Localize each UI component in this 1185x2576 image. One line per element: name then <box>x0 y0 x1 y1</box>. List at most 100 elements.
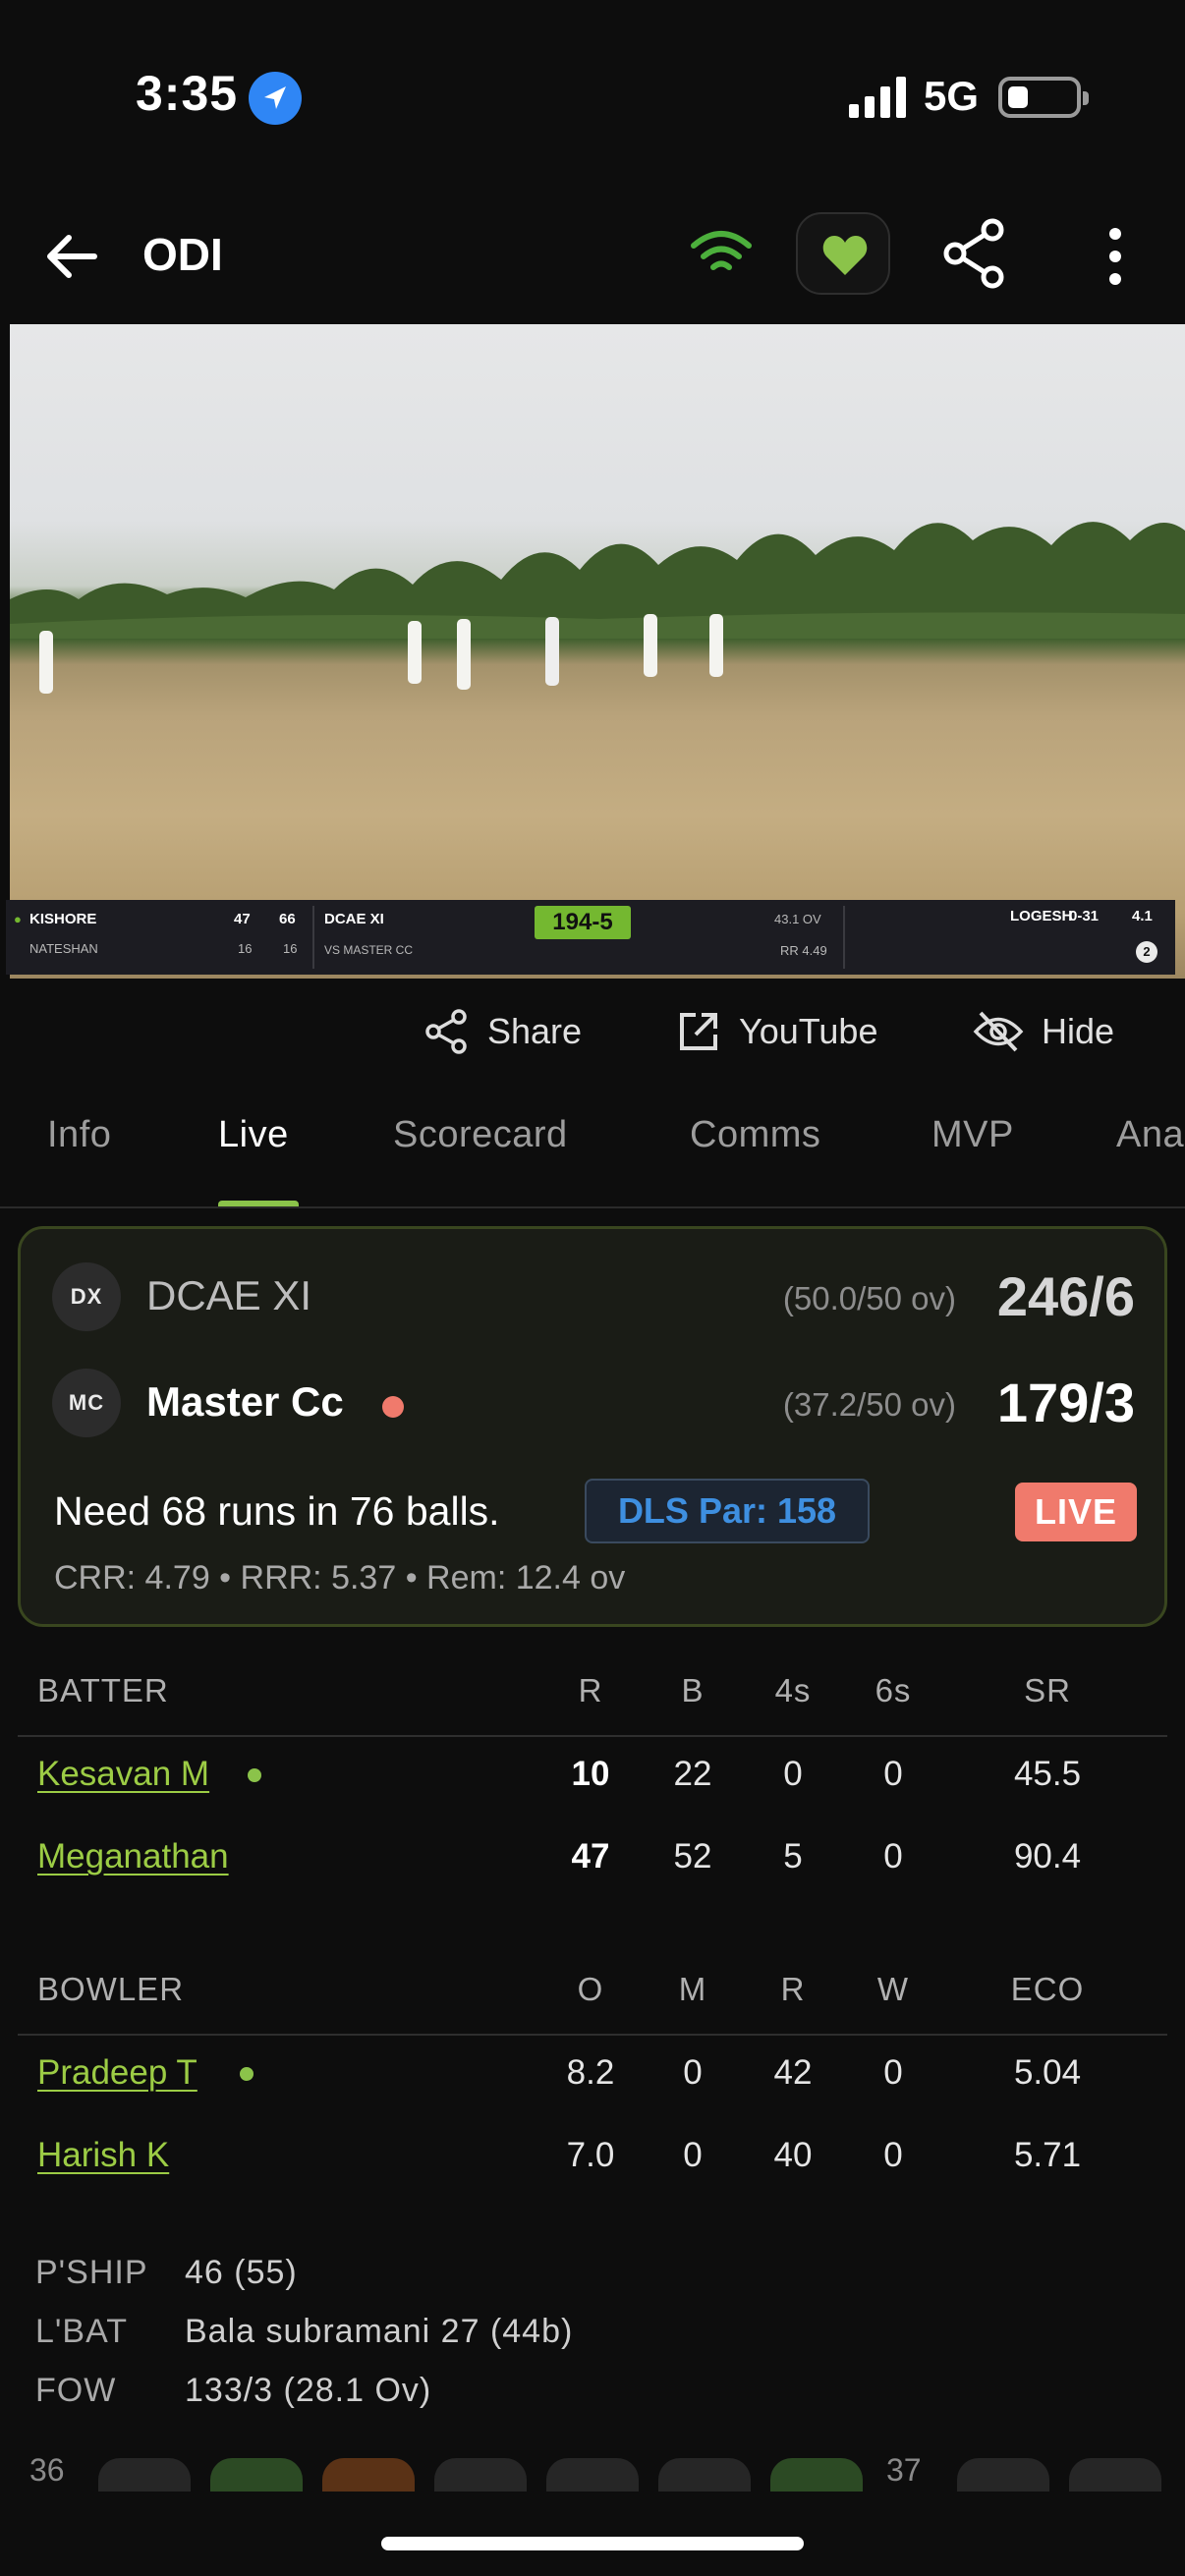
team2-overs: (37.2/50 ov) <box>782 1386 956 1423</box>
share-video-button[interactable]: Share <box>424 1004 582 1059</box>
scorebug-divider <box>843 906 845 969</box>
over-number: 36 <box>29 2452 65 2488</box>
batting-indicator-dot <box>382 1396 404 1418</box>
batting-header-label: BATTER <box>37 1672 169 1708</box>
bowler-name[interactable]: Harish K <box>37 2136 169 2175</box>
scorebug-nonstriker-balls: 16 <box>283 941 298 956</box>
match-score-card[interactable]: DX DCAE XI (50.0/50 ov) 246/6 MC Master … <box>18 1226 1167 1627</box>
share-icon[interactable] <box>943 218 1006 289</box>
ball-chip <box>434 2458 527 2492</box>
over-number: 37 <box>886 2452 922 2488</box>
tab-comms[interactable]: Comms <box>690 1114 820 1156</box>
wicket-keeper <box>457 619 471 690</box>
last-bat-label: L'BAT <box>35 2313 129 2350</box>
share-label: Share <box>487 1011 583 1051</box>
batter-runs: 10 <box>571 1755 610 1793</box>
batter-name[interactable]: Kesavan M <box>37 1755 209 1794</box>
batter-fours: 5 <box>783 1837 803 1876</box>
fielder <box>39 631 53 694</box>
tab-analysis[interactable]: Ana <box>1116 1114 1184 1156</box>
batter-fours: 0 <box>783 1755 803 1793</box>
bowler-name[interactable]: Pradeep T <box>37 2053 198 2093</box>
bowling-header-m: M <box>678 1971 707 2007</box>
scorebug-team: DCAE XI <box>324 911 384 927</box>
scorebug-bowler-overs: 4.1 <box>1132 908 1153 924</box>
ball-chip <box>957 2458 1049 2492</box>
scorebug-nonstriker: NATESHAN <box>29 941 98 956</box>
wifi-icon[interactable] <box>688 226 755 281</box>
batter-row[interactable]: Meganathan 47 52 5 0 90.4 <box>18 1820 1167 1898</box>
tab-live[interactable]: Live <box>218 1114 289 1156</box>
batting-header: BATTER R B 4s 6s SR <box>18 1651 1167 1737</box>
bowling-header-w: W <box>876 1971 910 2007</box>
bowler-economy: 5.04 <box>1013 2053 1082 2092</box>
batting-header-sr: SR <box>1024 1672 1071 1708</box>
batsman <box>408 621 422 684</box>
tab-mvp[interactable]: MVP <box>931 1114 1014 1156</box>
status-time: 3:35 <box>136 66 239 121</box>
video-player[interactable]: ● KISHORE 47 66 NATESHAN 16 16 DCAE XI V… <box>0 324 1185 988</box>
ball-chip <box>546 2458 639 2492</box>
batting-header-r: R <box>578 1672 603 1708</box>
team2-badge: MC <box>52 1369 121 1437</box>
bowling-header-o: O <box>577 1971 604 2007</box>
favorite-button[interactable] <box>796 212 890 295</box>
bowler-figure <box>644 614 657 677</box>
on-strike-indicator <box>248 1768 261 1782</box>
ball-chip <box>322 2458 415 2492</box>
team2-name: Master Cc <box>146 1378 344 1425</box>
last-bat-line: L'BAT Bala subramani 27 (44b) <box>35 2313 573 2351</box>
bowler-economy: 5.71 <box>1013 2136 1082 2174</box>
hide-video-button[interactable]: Hide <box>973 1004 1114 1059</box>
tab-info[interactable]: Info <box>47 1114 111 1156</box>
bowler-overs: 8.2 <box>566 2053 615 2092</box>
video-frame <box>10 324 1185 979</box>
team1-overs: (50.0/50 ov) <box>782 1280 956 1316</box>
scorebug-nonstriker-runs: 16 <box>238 941 253 956</box>
scorebug-divider <box>312 906 314 969</box>
batter-sixes: 0 <box>883 1837 903 1876</box>
scorebug-striker: KISHORE <box>29 911 97 927</box>
scorebug-striker-balls: 66 <box>279 911 296 927</box>
back-arrow-icon[interactable] <box>39 224 104 289</box>
fall-of-wicket-line: FOW 133/3 (28.1 Ov) <box>35 2372 431 2410</box>
scorebug-score: 194-5 <box>535 906 631 939</box>
team1-name: DCAE XI <box>146 1272 312 1318</box>
battery-icon <box>998 77 1089 118</box>
eye-off-icon <box>973 1011 1024 1052</box>
striker-dot: ● <box>14 912 22 926</box>
batter-row[interactable]: Kesavan M 10 22 0 0 45.5 <box>18 1737 1167 1816</box>
external-link-icon <box>680 1013 717 1050</box>
team1-score: 246/6 <box>996 1265 1135 1327</box>
bowler-maidens: 0 <box>683 2053 703 2092</box>
bowler-row[interactable]: Pradeep T 8.2 0 42 0 5.04 <box>18 2036 1167 2114</box>
youtube-button[interactable]: YouTube <box>676 1004 877 1059</box>
match-tabs: Info Live Scorecard Comms MVP Ana <box>0 1091 1185 1208</box>
home-indicator[interactable] <box>381 2537 804 2550</box>
tab-scorecard[interactable]: Scorecard <box>393 1114 568 1156</box>
team1-badge: DX <box>52 1262 121 1331</box>
batter-name[interactable]: Meganathan <box>37 1837 229 1876</box>
bowler-row[interactable]: Harish K 7.0 0 40 0 5.71 <box>18 2118 1167 2197</box>
bowler-wickets: 0 <box>883 2053 903 2092</box>
bowler-runs: 40 <box>773 2136 813 2174</box>
status-bar: 3:35 5G <box>0 0 1185 196</box>
non-striker <box>709 614 723 677</box>
batter-balls: 52 <box>673 1837 712 1876</box>
over-timeline[interactable]: 36 37 <box>0 2452 1185 2492</box>
bowling-header: BOWLER O M R W ECO <box>18 1949 1167 2036</box>
scorebug-striker-runs: 47 <box>234 911 251 927</box>
app-header: ODI <box>0 196 1185 314</box>
broadcast-scorebug: ● KISHORE 47 66 NATESHAN 16 16 DCAE XI V… <box>6 900 1175 975</box>
batter-sixes: 0 <box>883 1755 903 1793</box>
bowler-wickets: 0 <box>883 2136 903 2174</box>
batter-strike-rate: 90.4 <box>1013 1837 1082 1876</box>
bowling-header-label: BOWLER <box>37 1971 185 2007</box>
bowler-maidens: 0 <box>683 2136 703 2174</box>
current-bowler-indicator <box>240 2067 254 2081</box>
batter-strike-rate: 45.5 <box>1013 1755 1082 1793</box>
partnership-line: P'SHIP 46 (55) <box>35 2254 298 2292</box>
more-options-icon[interactable] <box>1091 224 1140 289</box>
bowler-runs: 42 <box>773 2053 813 2092</box>
fow-label: FOW <box>35 2372 117 2409</box>
